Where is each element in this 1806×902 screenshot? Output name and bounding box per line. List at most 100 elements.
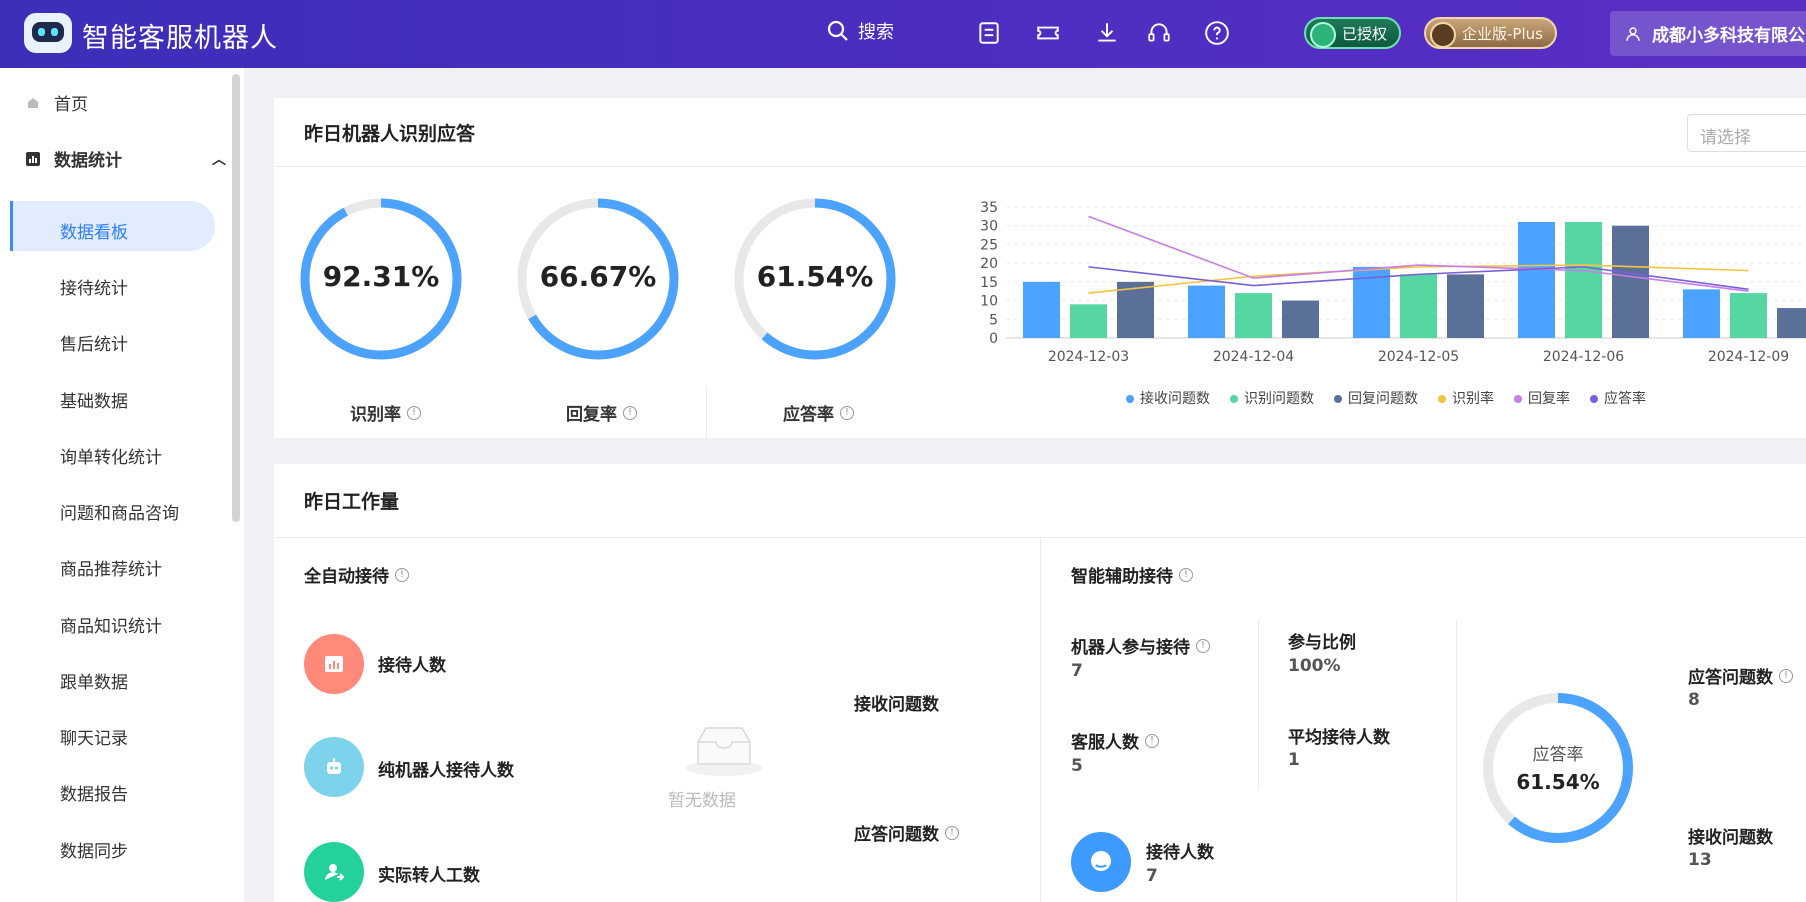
robot-icon bbox=[304, 737, 364, 797]
answered-questions-label: 应答问题数! bbox=[854, 820, 959, 845]
checklist-icon[interactable] bbox=[976, 20, 1002, 46]
help-icon[interactable] bbox=[1204, 20, 1230, 46]
chart-bar[interactable] bbox=[1023, 281, 1060, 338]
answer-rate-ring bbox=[1483, 693, 1633, 843]
download-icon[interactable] bbox=[1094, 20, 1120, 46]
received-questions-label: 接收问题数 bbox=[854, 695, 939, 715]
sidebar-item[interactable]: 询单转化统计 bbox=[60, 443, 162, 468]
legend-item[interactable]: 识别问题数 bbox=[1230, 388, 1314, 408]
gauge: 66.67% bbox=[513, 194, 683, 364]
ticket-icon[interactable] bbox=[1035, 20, 1061, 46]
assist-reception-title: 智能辅助接待! bbox=[1071, 562, 1193, 587]
workload-title: 昨日工作量 bbox=[304, 491, 400, 513]
authorized-badge[interactable]: 已授权 bbox=[1304, 17, 1402, 49]
info-icon[interactable]: ! bbox=[1779, 668, 1793, 683]
robot-participation-text: 机器人参与接待 bbox=[1071, 638, 1190, 658]
robot-logo-icon bbox=[24, 13, 72, 53]
sidebar-item[interactable]: 数据同步 bbox=[60, 837, 128, 862]
x-tick-label: 2024-12-04 bbox=[1213, 349, 1294, 365]
chart-bar[interactable] bbox=[1565, 221, 1602, 338]
chart-bar[interactable] bbox=[1612, 225, 1649, 338]
sidebar-item[interactable]: 数据报告 bbox=[60, 780, 128, 805]
agents-value: 5 bbox=[1071, 756, 1083, 776]
answered-questions-text: 应答问题数 bbox=[854, 825, 939, 845]
legend-item[interactable]: 识别率 bbox=[1438, 388, 1494, 408]
sidebar-item[interactable]: 接待统计 bbox=[60, 274, 128, 299]
x-tick-label: 2024-12-05 bbox=[1378, 349, 1459, 365]
info-icon[interactable]: ! bbox=[840, 405, 854, 420]
y-tick-label: 15 bbox=[980, 275, 998, 291]
chart-bar[interactable] bbox=[1730, 293, 1767, 338]
home-icon bbox=[28, 97, 38, 108]
assist-answered-value: 8 bbox=[1688, 690, 1700, 710]
sidebar-scrollbar[interactable] bbox=[232, 74, 240, 522]
sidebar-item[interactable]: 问题和商品咨询 bbox=[60, 499, 179, 524]
robot-participation-value: 7 bbox=[1071, 661, 1083, 681]
assist-received-value: 13 bbox=[1688, 850, 1712, 870]
transfer-user-icon bbox=[304, 842, 364, 902]
agents-label: 客服人数! bbox=[1071, 728, 1159, 753]
sidebar-item[interactable]: 数据看板 bbox=[60, 218, 128, 243]
metric-label: 接待人数 bbox=[378, 656, 446, 676]
chart-bar[interactable] bbox=[1400, 274, 1437, 338]
sidebar-item[interactable]: 跟单数据 bbox=[60, 668, 128, 693]
search-button[interactable]: 搜索 bbox=[826, 18, 894, 44]
edition-badge[interactable]: 企业版-Plus bbox=[1424, 17, 1557, 49]
legend-label: 应答率 bbox=[1604, 391, 1646, 407]
info-icon[interactable]: ! bbox=[945, 825, 959, 840]
gauge-label: 应答率! bbox=[783, 400, 854, 425]
gauge-value: 92.31% bbox=[322, 260, 440, 293]
chart-bar[interactable] bbox=[1235, 293, 1272, 338]
legend-swatch bbox=[1126, 395, 1134, 403]
ring-label: 应答率 bbox=[1532, 745, 1584, 765]
sidebar-item[interactable]: 商品知识统计 bbox=[60, 612, 162, 637]
info-icon[interactable]: ! bbox=[1145, 733, 1159, 748]
x-tick-label: 2024-12-03 bbox=[1048, 349, 1129, 365]
chart-bar[interactable] bbox=[1070, 304, 1107, 338]
sidebar-item[interactable]: 基础数据 bbox=[60, 387, 128, 412]
chart-bar[interactable] bbox=[1188, 285, 1225, 338]
chart-legend: 接收问题数 识别问题数 回复问题数 识别率 回复率 应答率 bbox=[1126, 388, 1646, 408]
info-icon[interactable]: ! bbox=[395, 567, 409, 582]
assist-answered-text: 应答问题数 bbox=[1688, 668, 1773, 688]
sidebar-item[interactable]: 售后统计 bbox=[60, 330, 128, 355]
sidebar-item[interactable]: 商品推荐统计 bbox=[60, 555, 162, 580]
robot-participation-label: 机器人参与接待! bbox=[1071, 633, 1210, 658]
sidebar-item-home[interactable]: 首页 bbox=[26, 90, 88, 115]
info-icon[interactable]: ! bbox=[1179, 567, 1193, 582]
auto-reception-title: 全自动接待! bbox=[304, 562, 409, 587]
chart-bar[interactable] bbox=[1683, 289, 1720, 338]
legend-item[interactable]: 回复率 bbox=[1514, 388, 1570, 408]
chart-bar[interactable] bbox=[1777, 308, 1806, 338]
info-icon[interactable]: ! bbox=[407, 405, 421, 420]
divider bbox=[1456, 620, 1457, 902]
y-tick-label: 25 bbox=[980, 237, 998, 253]
info-icon[interactable]: ! bbox=[623, 405, 637, 420]
chart-bar[interactable] bbox=[1447, 274, 1484, 338]
headset-icon[interactable] bbox=[1146, 20, 1172, 46]
assist-reception-title-text: 智能辅助接待 bbox=[1071, 567, 1173, 587]
sidebar-item-label: 首页 bbox=[54, 95, 88, 115]
legend-label: 回复问题数 bbox=[1348, 391, 1418, 407]
recognition-chart: 0 5 10 15 20 25 30 35 2024-12-03 2024-12-04 2024-1… bbox=[980, 200, 1806, 365]
user-menu[interactable]: 成都小多科技有限公司 bbox=[1610, 11, 1806, 56]
building-icon bbox=[1430, 22, 1456, 48]
chart-bar[interactable] bbox=[1518, 221, 1555, 338]
legend-item[interactable]: 接收问题数 bbox=[1126, 388, 1210, 408]
legend-item[interactable]: 回复问题数 bbox=[1334, 388, 1418, 408]
chat-icon bbox=[1071, 832, 1131, 892]
ring-value: 61.54% bbox=[1516, 770, 1600, 794]
agents-text: 客服人数 bbox=[1071, 733, 1139, 753]
info-icon[interactable]: ! bbox=[1196, 638, 1210, 653]
sidebar-group-statistics[interactable]: 数据统计 ︿ bbox=[26, 146, 226, 171]
chart-bar[interactable] bbox=[1282, 300, 1319, 338]
legend-swatch bbox=[1590, 395, 1598, 403]
x-tick-label: 2024-12-06 bbox=[1543, 349, 1624, 365]
legend-item[interactable]: 应答率 bbox=[1590, 388, 1646, 408]
bar-chart-icon bbox=[26, 151, 40, 166]
date-select[interactable]: 请选择 bbox=[1687, 114, 1806, 152]
metric-label: 实际转人工数 bbox=[378, 866, 480, 886]
sidebar-item[interactable]: 聊天记录 bbox=[60, 724, 128, 749]
legend-swatch bbox=[1438, 395, 1446, 403]
legend-label: 识别率 bbox=[1452, 391, 1494, 407]
